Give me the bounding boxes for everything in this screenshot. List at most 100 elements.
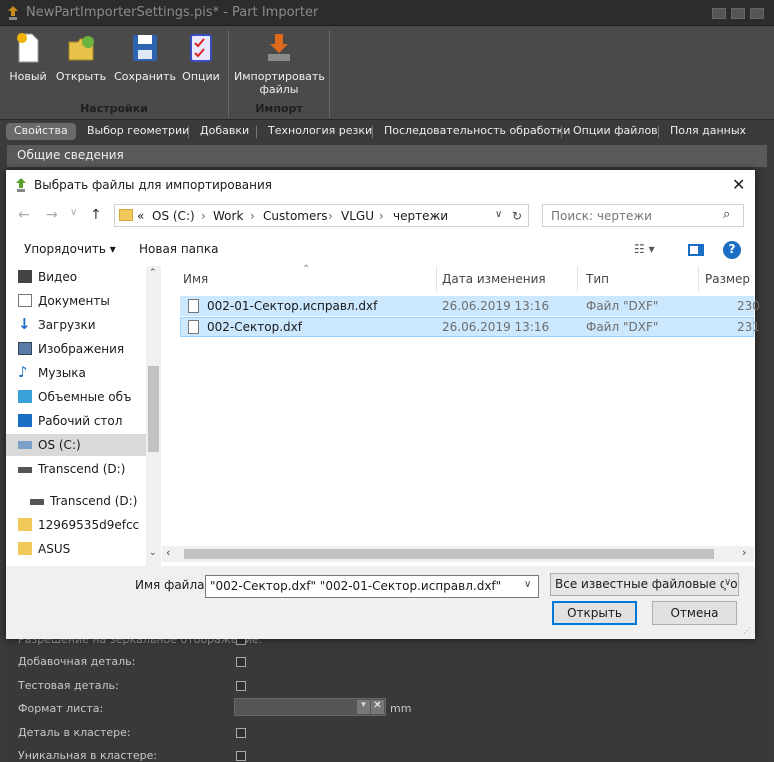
organize-button[interactable]: Упорядочить ▾ (24, 242, 116, 256)
options-checklist-icon (186, 32, 216, 64)
save-button-label: Сохранить (114, 70, 176, 83)
tree-item-asus[interactable]: ASUS (18, 538, 70, 560)
tree-scrollbar[interactable]: ⌃ ⌄ (146, 266, 161, 566)
column-header-name[interactable]: Имя (183, 272, 208, 286)
column-header-date[interactable]: Дата изменения (442, 272, 546, 286)
tab-processing-sequence[interactable]: Последовательность обработки (384, 124, 570, 141)
filetype-select[interactable]: Все известные файловые фор ∨ (550, 573, 739, 596)
new-button[interactable]: Новый (8, 32, 48, 83)
preview-pane-icon[interactable] (688, 244, 704, 256)
scroll-left-icon[interactable]: ‹ (166, 546, 170, 559)
filename-input[interactable]: "002-Сектор.dxf" "002-01-Сектор.исправл.… (205, 575, 539, 598)
hscroll-thumb[interactable] (184, 549, 714, 559)
prop-in-cluster-label: Деталь в кластере: (18, 726, 131, 739)
prop-additional-checkbox[interactable] (236, 657, 246, 667)
file-icon (188, 320, 199, 334)
new-folder-button[interactable]: Новая папка (139, 242, 218, 256)
tree-item-label: OS (C:) (38, 438, 81, 452)
file-date: 26.06.2019 13:16 (442, 299, 550, 313)
clear-icon[interactable]: ✕ (371, 700, 384, 714)
prop-in-cluster-checkbox[interactable] (236, 728, 246, 738)
breadcrumb-overflow[interactable]: « (137, 209, 144, 223)
breadcrumb-drawings[interactable]: чертежи (393, 209, 448, 223)
scroll-down-icon[interactable]: ⌄ (149, 548, 157, 558)
tree-item-video[interactable]: Видео (18, 266, 77, 288)
tab-additions[interactable]: Добавки (200, 124, 249, 141)
tab-separator (658, 126, 659, 138)
tree-item-transcend-d[interactable]: Transcend (D:) (18, 458, 125, 480)
window-close-button[interactable] (750, 8, 764, 19)
address-dropdown-icon[interactable]: ∨ (495, 209, 502, 220)
breadcrumb-work[interactable]: Work (213, 209, 243, 223)
tree-item-3d-objects[interactable]: Объемные объ (18, 386, 132, 408)
save-button[interactable]: Сохранить (114, 32, 176, 83)
tree-item-documents[interactable]: Документы (18, 290, 110, 312)
options-button[interactable]: Опции (182, 32, 220, 83)
refresh-icon[interactable]: ↻ (512, 209, 522, 223)
app-title-bar: NewPartImporterSettings.pis* - Part Impo… (0, 0, 774, 26)
tree-item-label: Рабочий стол (38, 414, 123, 428)
recent-chevron-icon[interactable]: ∨ (70, 207, 77, 218)
view-options-icon[interactable]: ☷ ▾ (634, 242, 655, 256)
column-header-size[interactable]: Размер (705, 272, 750, 286)
forward-arrow-icon[interactable]: → (46, 207, 58, 223)
resize-grip-icon[interactable]: ⋰ (743, 626, 751, 635)
help-icon[interactable]: ? (723, 241, 741, 259)
file-type: Файл "DXF" (586, 299, 659, 313)
tab-file-options[interactable]: Опции файлов (573, 124, 658, 141)
tab-cutting-technology[interactable]: Технология резки (268, 124, 372, 141)
search-input[interactable]: Поиск: чертежи ⌕ (542, 204, 744, 227)
sheet-format-select[interactable]: ▾ ✕ (234, 698, 386, 716)
tree-item-pictures[interactable]: Изображения (18, 338, 125, 360)
ribbon: Новый Открыть Сохранить Опции Импортиров… (0, 26, 774, 120)
tab-properties[interactable]: Свойства (6, 123, 76, 140)
dialog-footer: Имя файла: "002-Сектор.dxf" "002-01-Сект… (6, 566, 755, 639)
import-button-label-2: файлы (259, 83, 299, 96)
minimize-button[interactable] (712, 8, 726, 19)
tree-item-music[interactable]: ♪ Музыка (18, 362, 86, 384)
file-row[interactable]: 002-Сектор.dxf 26.06.2019 13:16 Файл "DX… (180, 317, 760, 337)
close-icon[interactable]: ✕ (732, 175, 745, 194)
chevron-down-icon[interactable]: ∨ (724, 577, 732, 588)
tree-item-label: Изображения (38, 342, 125, 356)
scroll-right-icon[interactable]: › (742, 546, 746, 559)
app-logo-icon (8, 6, 18, 20)
prop-unique-cluster-checkbox[interactable] (236, 751, 246, 761)
maximize-button[interactable] (731, 8, 745, 19)
breadcrumb-customers[interactable]: Customers (263, 209, 328, 223)
file-list: ⌃ Имя Дата изменения Тип Размер 002-01-С… (162, 264, 760, 566)
import-files-button[interactable]: Импортировать файлы (234, 32, 325, 96)
scroll-up-icon[interactable]: ⌃ (149, 268, 157, 278)
options-button-label: Опции (182, 70, 220, 83)
breadcrumb-separator: › (250, 209, 255, 223)
address-bar[interactable]: « OS (C:) › Work › Customers › VLGU › че… (114, 204, 529, 227)
open-button[interactable]: Открыть (55, 32, 107, 83)
drive-icon (30, 499, 44, 505)
tab-data-fields[interactable]: Поля данных (670, 124, 746, 141)
tree-item-folder-hash[interactable]: 12969535d9efcc (18, 514, 139, 536)
up-arrow-icon[interactable]: ↑ (90, 207, 102, 223)
tree-item-downloads[interactable]: ↓ Загрузки (18, 314, 96, 336)
tree-item-desktop[interactable]: Рабочий стол (18, 410, 123, 432)
ribbon-separator (329, 30, 330, 118)
tab-geometry-selection[interactable]: Выбор геометрии (87, 124, 189, 141)
folder-icon (18, 518, 32, 531)
file-row[interactable]: 002-01-Сектор.исправл.dxf 26.06.2019 13:… (180, 296, 760, 316)
breadcrumb-os-c[interactable]: OS (C:) (152, 209, 195, 223)
tree-item-os-c[interactable]: OS (C:) (6, 434, 146, 456)
back-arrow-icon[interactable]: ← (18, 207, 30, 223)
dialog-toolbar: Упорядочить ▾ Новая папка ☷ ▾ ? (6, 236, 755, 264)
file-list-hscrollbar[interactable]: ‹ › (162, 546, 754, 562)
scroll-thumb[interactable] (148, 366, 159, 452)
prop-test-checkbox[interactable] (236, 681, 246, 691)
breadcrumb-vlgu[interactable]: VLGU (341, 209, 374, 223)
chevron-down-icon[interactable]: ∨ (524, 579, 532, 590)
chevron-down-icon[interactable]: ▾ (357, 700, 370, 714)
column-header-type[interactable]: Тип (586, 272, 609, 286)
tree-item-label: Загрузки (38, 318, 96, 332)
sheet-unit-label: mm (390, 702, 412, 715)
cancel-button[interactable]: Отмена (652, 601, 737, 625)
search-icon[interactable]: ⌕ (723, 207, 730, 222)
tree-item-transcend-d-2[interactable]: Transcend (D:) (30, 490, 137, 512)
open-button[interactable]: Открыть (552, 601, 637, 625)
